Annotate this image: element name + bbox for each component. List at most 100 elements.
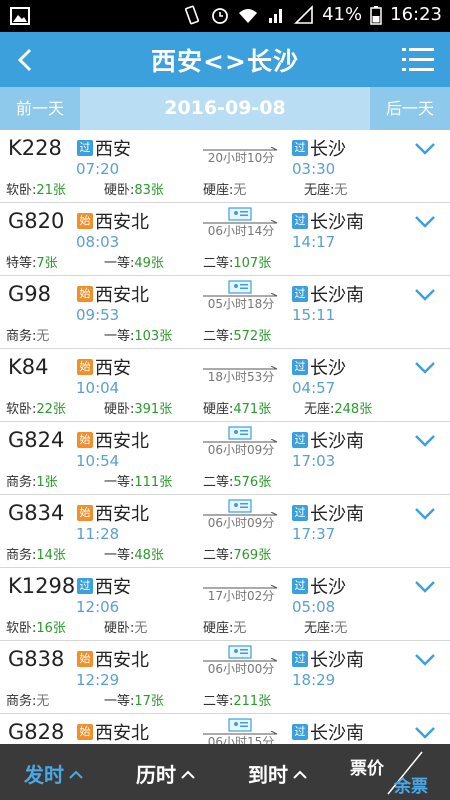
chevron-down-icon[interactable] — [414, 215, 436, 229]
seat-class-label: 硬卧: — [104, 183, 135, 198]
origin-station: 西安北 — [95, 212, 149, 233]
chevron-down-icon[interactable] — [414, 580, 436, 594]
seat-class-label: 商务: — [6, 548, 37, 563]
caret-up-icon — [69, 770, 83, 779]
sort-arrival-button[interactable]: 到时 — [248, 759, 308, 788]
train-number: K228 — [8, 136, 62, 160]
chevron-down-icon[interactable] — [414, 288, 436, 302]
origin-type-badge: 始 — [77, 286, 93, 302]
train-number: G838 — [8, 647, 65, 671]
origin-type-badge: 始 — [77, 651, 93, 667]
train-row[interactable]: K1298 过西安 12:06 17小时02分过长沙 05:08 软卧:16张 硬卧:无 硬座… — [0, 568, 450, 641]
seat-availability: 软卧:22张 — [6, 398, 66, 417]
departure-time: 12:29 — [76, 671, 120, 689]
chevron-down-icon[interactable] — [414, 434, 436, 448]
date-bar: 前一天 2016-09-08 后一天 — [0, 87, 450, 130]
seat-count: 83张 — [134, 183, 164, 198]
seat-class-label: 硬座: — [203, 183, 234, 198]
origin-type-badge: 过 — [77, 578, 93, 594]
travel-duration: 17小时02分 — [207, 589, 275, 603]
sort-departure-button[interactable]: 发时 — [24, 759, 84, 788]
destination-station: 长沙 — [310, 577, 346, 598]
destination-station: 长沙南 — [310, 285, 364, 306]
gallery-icon — [10, 7, 30, 25]
seat-class-label: 一等: — [104, 475, 135, 490]
price-toggle[interactable]: 票价 — [350, 754, 384, 779]
seat-count: 无 — [334, 183, 348, 198]
seat-class-label: 二等: — [203, 475, 234, 490]
sort-duration-button[interactable]: 历时 — [136, 759, 196, 788]
seat-availability: 硬座:471张 — [203, 398, 271, 417]
train-row[interactable]: K228 过西安 07:20 20小时10分过长沙 03:30 软卧:21张 硬卧:83张硬… — [0, 130, 450, 203]
arrival-time: 17:03 — [292, 452, 336, 470]
train-row[interactable]: G838 始西安北 12:29 06小时00分 过长沙南 18:29 商务:无 一等:17张 二… — [0, 641, 450, 714]
seat-class-label: 商务: — [6, 475, 37, 490]
seat-availability: 商务:无 — [6, 690, 49, 709]
train-row[interactable]: G834 始西安北 11:28 06小时09分 过长沙南 17:37 商务:14张 一等:48… — [0, 495, 450, 568]
seat-availability: 硬卧:391张 — [104, 398, 172, 417]
seat-count: 无 — [334, 621, 348, 636]
train-number: G824 — [8, 428, 65, 452]
current-date: 2016-09-08 — [164, 97, 286, 119]
origin-station: 西安 — [95, 139, 131, 160]
seat-class-label: 无座: — [304, 402, 335, 417]
seat-class-label: 软卧: — [6, 621, 37, 636]
seat-availability: 一等:48张 — [104, 544, 164, 563]
train-list[interactable]: K228 过西安 07:20 20小时10分过长沙 03:30 软卧:21张 硬卧:83张硬… — [0, 130, 450, 744]
chevron-down-icon[interactable] — [414, 653, 436, 667]
chevron-down-icon[interactable] — [414, 361, 436, 375]
train-number: G828 — [8, 720, 65, 744]
travel-duration: 06小时09分 — [207, 516, 275, 530]
seat-class-label: 特等: — [6, 256, 37, 271]
signal-empty-icon — [294, 4, 313, 24]
train-row[interactable]: K84 始西安 10:04 18小时53分过长沙 04:57 软卧:22张 硬卧:391张硬… — [0, 349, 450, 422]
chevron-down-icon[interactable] — [414, 142, 436, 156]
seat-count: 48张 — [134, 548, 164, 563]
clock: 16:23 — [390, 4, 442, 25]
menu-icon[interactable] — [402, 46, 434, 74]
chevron-down-icon[interactable] — [414, 507, 436, 521]
vibrate-icon — [185, 5, 200, 24]
seat-class-label: 二等: — [203, 694, 234, 709]
seat-count: 471张 — [233, 402, 272, 417]
seat-count: 1张 — [36, 475, 58, 490]
ticket-icon — [228, 280, 252, 294]
train-row[interactable]: G828 始西安北 06小时15分 过长沙南 — [0, 714, 450, 744]
destination-station: 长沙 — [310, 358, 346, 379]
seat-class-label: 商务: — [6, 694, 37, 709]
remaining-toggle[interactable]: 余票 — [394, 772, 428, 797]
seat-class-label: 一等: — [104, 694, 135, 709]
departure-time: 12:06 — [76, 598, 120, 616]
travel-duration: 05小时18分 — [207, 297, 275, 311]
seat-class-label: 软卧: — [6, 183, 37, 198]
origin-station: 西安 — [95, 358, 131, 379]
seat-availability: 无座:无 — [304, 179, 347, 198]
seat-count: 无 — [36, 329, 50, 344]
destination-station: 长沙南 — [310, 504, 364, 525]
destination-station: 长沙南 — [310, 723, 364, 744]
departure-time: 07:20 — [76, 160, 120, 178]
origin-type-badge: 始 — [77, 505, 93, 521]
train-row[interactable]: G98 始西安北 09:53 05小时18分 过长沙南 15:11 商务:无 一等:103张 二… — [0, 276, 450, 349]
seat-count: 22张 — [36, 402, 66, 417]
destination-station: 长沙南 — [310, 212, 364, 233]
train-row[interactable]: G824 始西安北 10:54 06小时09分 过长沙南 17:03 商务:1张 一等:111… — [0, 422, 450, 495]
seat-class-label: 商务: — [6, 329, 37, 344]
seat-availability: 一等:103张 — [104, 325, 172, 344]
sort-departure-label: 发时 — [24, 763, 64, 787]
signal-icon — [269, 8, 283, 23]
train-row[interactable]: G820 始西安北 08:03 06小时14分 过长沙南 14:17 特等:7张 一等:49张… — [0, 203, 450, 276]
next-day-button[interactable]: 后一天 — [370, 87, 450, 130]
seat-availability: 商务:1张 — [6, 471, 58, 490]
ticket-icon — [228, 426, 252, 440]
chevron-down-icon[interactable] — [414, 726, 436, 740]
prev-day-button[interactable]: 前一天 — [0, 87, 80, 130]
origin-type-badge: 始 — [77, 432, 93, 448]
train-number: K84 — [8, 355, 49, 379]
departure-time: 10:04 — [76, 379, 120, 397]
sort-duration-label: 历时 — [136, 763, 176, 787]
seat-count: 576张 — [233, 475, 272, 490]
seat-count: 无 — [36, 694, 50, 709]
seat-class-label: 硬卧: — [104, 621, 135, 636]
caret-up-icon — [181, 770, 195, 779]
